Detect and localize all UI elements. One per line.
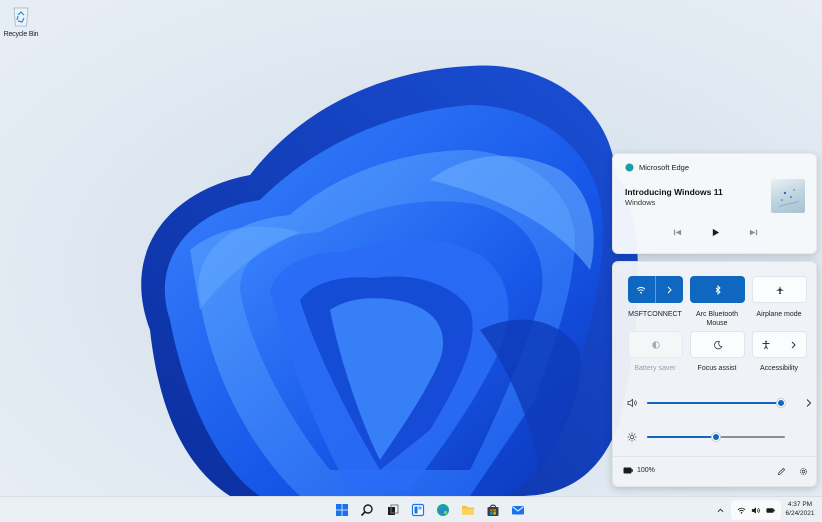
task-view-button[interactable]: [384, 501, 402, 519]
wifi-icon: [636, 286, 646, 293]
focus-assist-tile-label: Focus assist: [697, 365, 737, 372]
play-button[interactable]: [708, 225, 722, 239]
volume-icon: [752, 506, 761, 514]
volume-slider-thumb[interactable]: [777, 399, 785, 407]
battery-saver-icon: [651, 340, 660, 349]
audio-output-chevron-icon[interactable]: [805, 398, 813, 408]
edge-icon: [625, 163, 634, 172]
quick-settings-footer: 100%: [613, 456, 816, 486]
brightness-icon: [627, 432, 637, 442]
next-track-button[interactable]: [746, 225, 760, 239]
widgets-button[interactable]: [409, 501, 427, 519]
media-app-name: Microsoft Edge: [639, 163, 690, 172]
search-icon: [360, 504, 373, 517]
edge-icon: [437, 504, 449, 516]
gear-icon: [799, 467, 807, 475]
taskbar: 4:37 PM 6/24/2021: [0, 496, 822, 522]
airplane-mode-tile-label: Airplane mode: [756, 311, 802, 318]
widgets-icon: [411, 503, 425, 517]
media-track-artist: Windows: [625, 198, 656, 207]
wifi-tile[interactable]: [628, 276, 683, 303]
battery-icon: [623, 467, 633, 474]
clock-date: 6/24/2021: [785, 510, 815, 517]
volume-slider[interactable]: [647, 402, 781, 404]
moon-icon: [713, 340, 722, 349]
store-button[interactable]: [484, 501, 502, 519]
battery-saver-tile[interactable]: [628, 331, 683, 358]
recycle-bin-icon: [10, 4, 32, 28]
battery-saver-tile-label: Battery saver: [634, 365, 676, 372]
bluetooth-icon: [715, 284, 721, 295]
recycle-bin-label: Recycle Bin: [3, 31, 39, 38]
play-icon: [712, 228, 719, 236]
file-explorer-button[interactable]: [459, 501, 477, 519]
accessibility-expand-button[interactable]: [780, 332, 807, 357]
brightness-slider-fill: [647, 436, 716, 438]
pencil-icon: [777, 467, 785, 475]
airplane-icon: [775, 285, 784, 294]
chevron-right-icon: [667, 286, 672, 293]
focus-assist-tile[interactable]: [690, 331, 745, 358]
bluetooth-tile[interactable]: [690, 276, 745, 303]
edit-quick-settings-button[interactable]: [775, 465, 787, 477]
settings-button[interactable]: [797, 465, 809, 477]
windows-start-icon: [336, 504, 348, 516]
previous-track-button[interactable]: [670, 225, 684, 239]
file-explorer-icon: [462, 506, 474, 515]
recycle-bin-desktop-icon[interactable]: Recycle Bin: [2, 4, 40, 38]
media-app-header: Microsoft Edge: [625, 163, 689, 172]
edge-taskbar-button[interactable]: [434, 501, 452, 519]
start-button[interactable]: [333, 501, 351, 519]
battery-icon: [766, 507, 775, 513]
quick-settings-tray-button[interactable]: [731, 500, 781, 520]
previous-icon: [673, 229, 681, 235]
search-button[interactable]: [358, 501, 376, 519]
accessibility-icon: [762, 340, 770, 349]
battery-percentage: 100%: [637, 467, 655, 474]
volume-slider-row: [627, 396, 812, 410]
next-icon: [749, 229, 757, 235]
wifi-tile-label: MSFTCONNECT: [628, 311, 682, 318]
task-view-icon: [388, 504, 399, 515]
media-flyout: Microsoft Edge Introducing Windows 11 Wi…: [612, 153, 817, 254]
media-track-title: Introducing Windows 11: [625, 187, 723, 197]
album-art-thumbnail: [771, 179, 805, 213]
brightness-slider-row: [627, 430, 812, 444]
mail-button[interactable]: [509, 501, 527, 519]
wifi-toggle[interactable]: [628, 276, 656, 303]
show-hidden-icons-button[interactable]: [713, 502, 727, 518]
accessibility-tile-label: Accessibility: [759, 365, 799, 372]
battery-status[interactable]: 100%: [623, 467, 655, 474]
accessibility-toggle[interactable]: [753, 332, 780, 357]
quick-settings-panel: MSFTCONNECT Arc Bluetooth Mouse Airplane…: [612, 261, 817, 487]
chevron-right-icon: [791, 341, 796, 348]
wifi-icon: [737, 507, 746, 514]
airplane-mode-tile[interactable]: [752, 276, 807, 303]
chevron-up-icon: [717, 508, 723, 512]
bluetooth-tile-label: Arc Bluetooth Mouse: [695, 311, 739, 327]
mail-icon: [512, 506, 524, 515]
store-icon: [487, 504, 499, 516]
taskbar-clock[interactable]: 4:37 PM 6/24/2021: [781, 500, 819, 518]
brightness-slider-thumb[interactable]: [712, 433, 720, 441]
clock-time: 4:37 PM: [787, 501, 813, 508]
volume-icon: [627, 398, 637, 408]
volume-slider-fill: [647, 402, 781, 404]
accessibility-tile[interactable]: [752, 331, 807, 358]
wifi-expand-button[interactable]: [656, 276, 684, 303]
